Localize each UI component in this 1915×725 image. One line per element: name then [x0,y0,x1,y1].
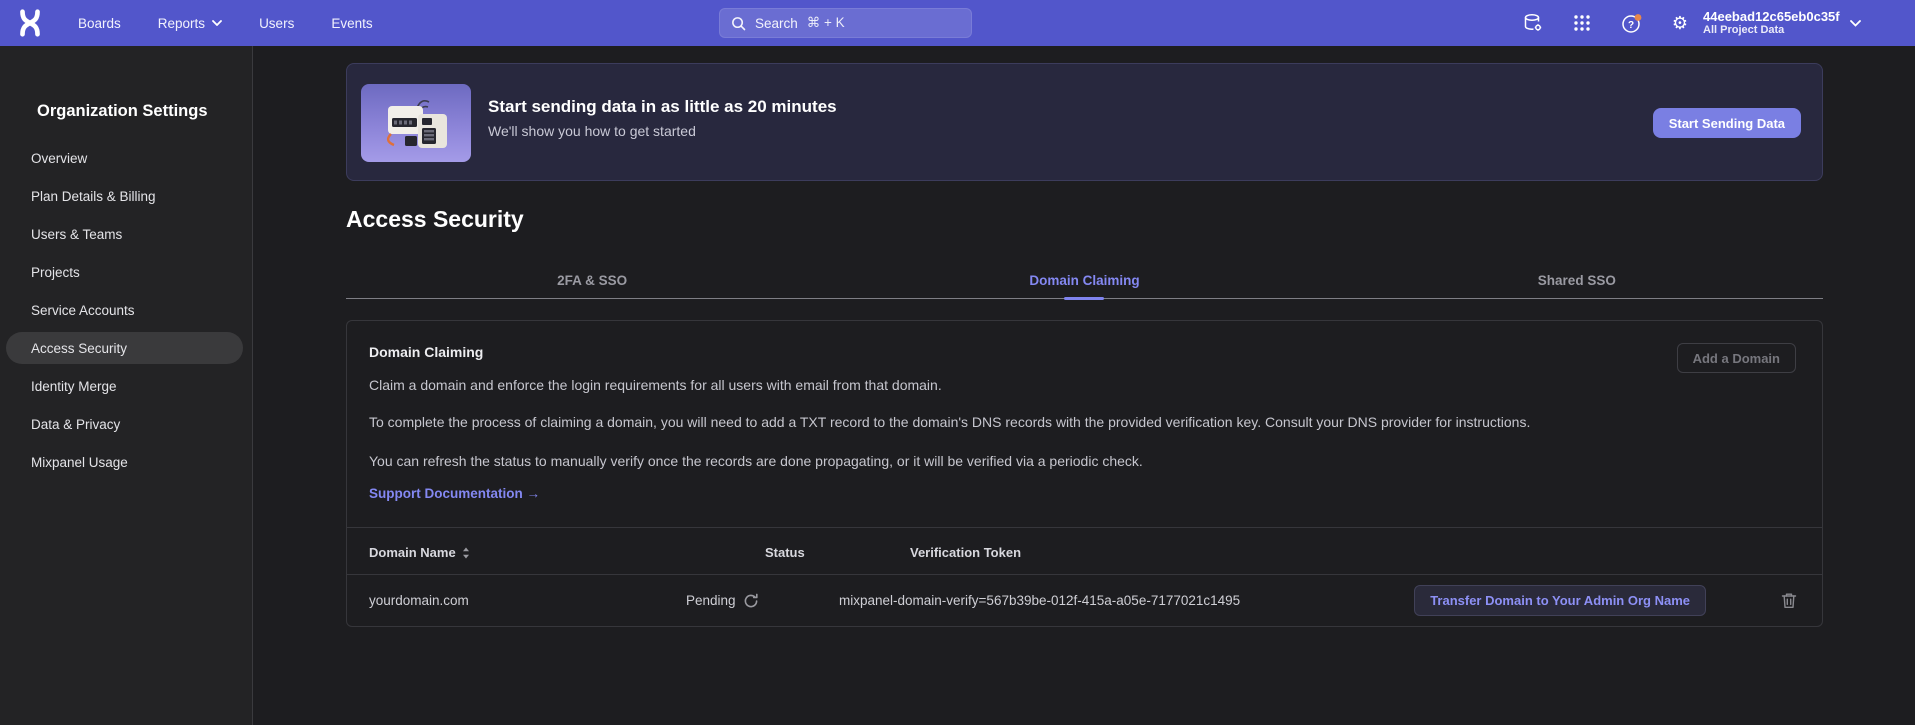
main-area: Start sending data in as little as 20 mi… [254,46,1915,725]
sidebar-item-service-accounts[interactable]: Service Accounts [6,294,243,326]
panel-heading: Domain Claiming [369,342,1822,362]
support-documentation-link[interactable]: Support Documentation → [369,484,540,504]
tab-domain-claiming[interactable]: Domain Claiming [838,263,1330,298]
add-domain-button[interactable]: Add a Domain [1677,343,1796,373]
sidebar-item-mixpanel-usage[interactable]: Mixpanel Usage [6,446,243,478]
notification-badge [1635,14,1642,21]
sidebar-item-plan-details-billing[interactable]: Plan Details & Billing [6,180,243,212]
refresh-status-icon[interactable] [743,575,759,626]
top-nav-menu: Boards Reports Users Events [78,0,373,46]
nav-item-events[interactable]: Events [331,16,372,31]
tab-2fa-sso[interactable]: 2FA & SSO [346,263,838,298]
sort-icon[interactable] [462,547,470,559]
column-status: Status [765,545,805,560]
column-domain-name: Domain Name [369,545,456,560]
search-shortcut: ⌘ + K [807,15,845,31]
help-icon[interactable]: ? [1621,13,1641,33]
sidebar-item-data-privacy[interactable]: Data & Privacy [6,408,243,440]
domain-table-row: yourdomain.com Pending mixpanel-domain-v… [347,575,1822,626]
org-id: 44eebad12c65eb0c35f [1703,10,1840,23]
sidebar-item-users-teams[interactable]: Users & Teams [6,218,243,250]
search-label: Search [755,16,798,31]
search-icon [731,16,746,31]
status-badge: Pending [686,575,736,626]
nav-item-boards[interactable]: Boards [78,16,121,31]
chevron-down-icon [1850,20,1861,27]
org-project-switcher[interactable]: 44eebad12c65eb0c35f All Project Data [1703,6,1893,40]
transfer-domain-button[interactable]: Transfer Domain to Your Admin Org Name [1414,585,1706,616]
domains-table-header: Domain Name Status Verification Token [347,527,1822,575]
verification-token-cell: mixpanel-domain-verify=567b39be-012f-415… [839,575,1240,626]
page-title: Access Security [346,204,1823,234]
domain-name-cell: yourdomain.com [369,575,469,626]
panel-description-1: Claim a domain and enforce the login req… [369,375,1749,396]
panel-description-2: To complete the process of claiming a do… [369,412,1749,433]
sidebar-nav: Overview Plan Details & Billing Users & … [0,142,252,478]
start-sending-data-button[interactable]: Start Sending Data [1653,108,1801,138]
sidebar-item-overview[interactable]: Overview [6,142,243,174]
access-security-tabs: 2FA & SSO Domain Claiming Shared SSO [346,263,1823,299]
tab-shared-sso[interactable]: Shared SSO [1331,263,1823,298]
nav-item-users[interactable]: Users [259,16,294,31]
mixpanel-logo-icon[interactable] [15,8,45,38]
svg-text:?: ? [1628,20,1634,31]
column-verification-token: Verification Token [910,545,1021,560]
banner-title: Start sending data in as little as 20 mi… [488,96,837,118]
chevron-down-icon [212,20,222,26]
delete-domain-icon[interactable] [1781,592,1797,609]
sidebar-title: Organization Settings [0,46,252,122]
onboarding-banner: Start sending data in as little as 20 mi… [346,63,1823,181]
domain-claiming-panel: Domain Claiming Add a Domain Claim a dom… [346,320,1823,627]
nav-item-reports[interactable]: Reports [158,16,222,31]
apps-grid-icon[interactable] [1572,13,1592,33]
sidebar-item-identity-merge[interactable]: Identity Merge [6,370,243,402]
settings-gear-icon[interactable]: ⚙ [1670,13,1690,33]
devices-illustration [361,84,471,162]
settings-sidebar: Organization Settings Overview Plan Deta… [0,46,253,725]
search-input[interactable]: Search ⌘ + K [719,8,972,38]
top-navbar: Boards Reports Users Events Search ⌘ + K [0,0,1915,46]
data-management-icon[interactable] [1523,13,1543,33]
banner-subtitle: We'll show you how to get started [488,122,837,141]
panel-description-3: You can refresh the status to manually v… [369,451,1749,472]
sidebar-item-access-security[interactable]: Access Security [6,332,243,364]
project-scope: All Project Data [1703,25,1840,36]
sidebar-item-projects[interactable]: Projects [6,256,243,288]
